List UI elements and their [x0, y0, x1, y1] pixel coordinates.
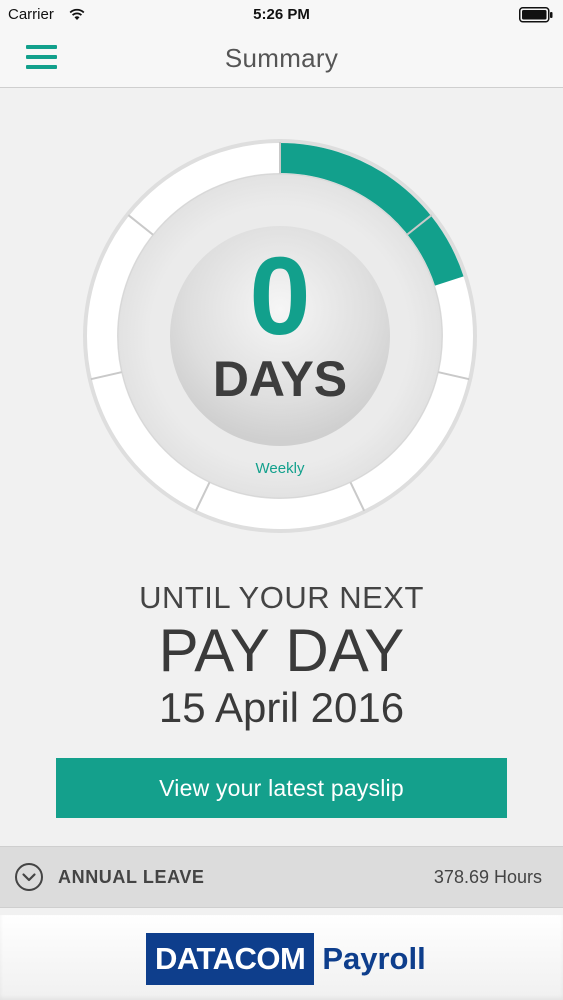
view-payslip-button[interactable]: View your latest payslip	[56, 758, 507, 818]
until-next-text: UNTIL YOUR NEXT	[139, 580, 424, 615]
footer: DATACOM Payroll	[0, 915, 563, 1000]
ring-center: 0 DAYS	[170, 226, 390, 446]
nav-bar: Summary	[0, 30, 563, 88]
chevron-down-circle-icon[interactable]	[14, 862, 44, 892]
status-time: 5:26 PM	[253, 6, 310, 23]
datacom-payroll-logo: DATACOM Payroll	[146, 933, 426, 985]
pay-frequency: Weekly	[255, 460, 305, 477]
logo-product: Payroll	[322, 941, 426, 976]
annual-leave-label: ANNUAL LEAVE	[58, 867, 205, 887]
days-count: 0	[249, 235, 311, 358]
page-title: Summary	[224, 43, 339, 73]
annual-leave-row[interactable]: ANNUAL LEAVE 378.69 Hours	[0, 846, 563, 908]
annual-leave-value: 378.69 Hours	[433, 867, 542, 887]
status-bar: Carrier 5:26 PM	[0, 0, 563, 30]
payday-title: PAY DAY	[158, 617, 405, 684]
logo-brand: DATACOM	[146, 933, 315, 985]
payday-countdown-ring: 0 DAYS Weekly	[80, 136, 480, 536]
battery-icon	[519, 7, 553, 23]
payday-date: 15 April 2016	[158, 684, 405, 731]
days-unit: DAYS	[212, 351, 348, 407]
